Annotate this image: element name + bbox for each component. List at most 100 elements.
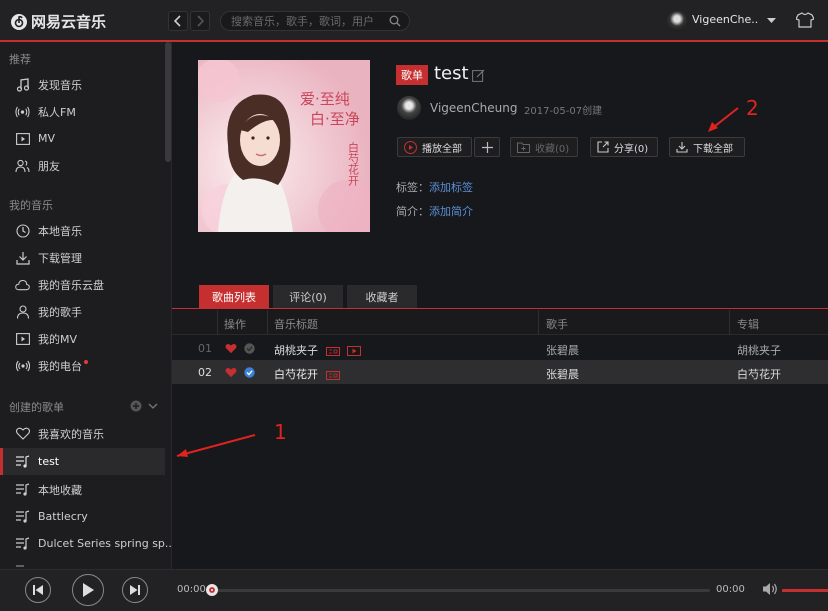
volume-bar[interactable] xyxy=(782,589,828,592)
sidebar-item-label: 朋友 xyxy=(38,159,60,173)
add-intro-link[interactable]: 添加简介 xyxy=(429,205,473,218)
search-box[interactable] xyxy=(220,11,410,31)
sidebar-item-liked[interactable]: 我喜欢的音乐 xyxy=(0,420,165,447)
cloud-icon xyxy=(15,279,30,290)
add-playlist-icon[interactable] xyxy=(130,400,142,412)
intro-label: 简介： xyxy=(396,205,429,218)
sidebar-item-playlist-test[interactable]: test xyxy=(0,448,165,475)
current-time: 00:00 xyxy=(177,584,206,595)
tab-comments[interactable]: 评论(0) xyxy=(273,285,343,308)
table-row[interactable]: 01 胡桃夹子 张碧晨 胡桃夹子 xyxy=(172,336,828,360)
annotation-arrowhead-1 xyxy=(177,449,188,457)
podcast-icon xyxy=(15,360,30,371)
app-logo-text: 网易云音乐 xyxy=(31,13,107,31)
sidebar-item-podcast[interactable]: 我的电台 xyxy=(0,352,165,379)
sidebar-item-partial[interactable] xyxy=(0,557,165,569)
album-cell[interactable]: 胡桃夹子 xyxy=(737,342,781,358)
sidebar-item-local-music[interactable]: 本地音乐 xyxy=(0,217,165,244)
singer-icon xyxy=(16,304,29,319)
user-avatar[interactable] xyxy=(667,11,687,31)
sidebar-item-fm[interactable]: 私人FM xyxy=(0,98,165,125)
edit-icon[interactable] xyxy=(472,69,485,82)
add-tags-link[interactable]: 添加标签 xyxy=(429,181,473,194)
volume-icon[interactable] xyxy=(762,582,778,596)
skin-shirt-icon[interactable] xyxy=(796,12,814,28)
playlist-icon xyxy=(16,483,30,496)
column-header-album[interactable]: 专辑 xyxy=(737,316,759,332)
song-title[interactable]: 白芍花开 xyxy=(274,368,318,381)
user-name[interactable]: VigeenChe... xyxy=(692,13,758,26)
song-title-cell: 白芍花开 xyxy=(274,366,340,382)
column-divider xyxy=(729,310,730,335)
sidebar-item-singers[interactable]: 我的歌手 xyxy=(0,298,165,325)
add-to-queue-button[interactable] xyxy=(474,137,500,157)
heart-filled-icon[interactable] xyxy=(225,367,237,378)
playlist-cover[interactable]: 爱·至纯 白·至净 白芍花开 xyxy=(198,60,370,232)
artist-cell[interactable]: 张碧晨 xyxy=(546,366,579,382)
play-all-button[interactable]: 播放全部 xyxy=(397,137,472,157)
sidebar-item-battlecry[interactable]: Battlecry xyxy=(0,503,165,530)
sidebar-section-title: 我的音乐 xyxy=(9,199,53,212)
previous-icon xyxy=(33,585,43,595)
progress-knob[interactable] xyxy=(206,584,218,596)
share-icon xyxy=(597,141,609,153)
artist-cell[interactable]: 张碧晨 xyxy=(546,342,579,358)
heart-filled-icon[interactable] xyxy=(225,343,237,354)
song-title[interactable]: 胡桃夹子 xyxy=(274,344,318,357)
chevron-right-icon xyxy=(197,15,205,27)
tags-label: 标签： xyxy=(396,181,429,194)
chevron-down-icon[interactable] xyxy=(148,403,158,410)
back-button[interactable] xyxy=(168,11,188,31)
sidebar-item-label: 下载管理 xyxy=(38,251,82,265)
download-all-button[interactable]: 下载全部 xyxy=(669,137,745,157)
downloaded-check-icon[interactable] xyxy=(244,367,255,378)
sidebar-item-friends[interactable]: 朋友 xyxy=(0,152,165,179)
share-button[interactable]: 分享(0) xyxy=(590,137,658,157)
download-check-icon[interactable] xyxy=(244,343,255,354)
tab-song-list[interactable]: 歌曲列表 xyxy=(199,285,269,308)
heart-icon xyxy=(15,427,30,440)
music-note-icon xyxy=(16,77,29,92)
annotation-arrow-1 xyxy=(176,434,256,457)
tags-row: 标签：添加标签 xyxy=(396,179,473,195)
creator-avatar[interactable] xyxy=(397,96,421,120)
next-button[interactable] xyxy=(122,577,148,603)
sidebar-item-cloud[interactable]: 我的音乐云盘 xyxy=(0,271,165,298)
tab-subscribers[interactable]: 收藏者 xyxy=(347,285,417,308)
annotation-arrow-2 xyxy=(709,107,739,131)
share-label: 分享(0) xyxy=(614,143,649,155)
play-button[interactable] xyxy=(72,574,104,606)
creator-name[interactable]: VigeenCheung xyxy=(430,101,517,115)
annotation-label-1: 1 xyxy=(274,420,287,444)
forward-button[interactable] xyxy=(190,11,210,31)
sidebar-scrollbar[interactable] xyxy=(165,42,171,162)
search-icon[interactable] xyxy=(389,15,401,27)
app-logo[interactable]: 网易云音乐 xyxy=(10,11,106,32)
local-music-icon xyxy=(15,223,30,238)
previous-button[interactable] xyxy=(25,577,51,603)
collect-button[interactable]: 收藏(0) xyxy=(510,137,578,157)
sidebar-item-my-mv[interactable]: 我的MV xyxy=(0,325,165,352)
search-input[interactable] xyxy=(231,14,381,28)
sidebar-item-dulcet[interactable]: Dulcet Series spring sp... xyxy=(0,530,171,557)
total-time: 00:00 xyxy=(716,584,745,595)
column-header-title[interactable]: 音乐标题 xyxy=(274,316,318,332)
friends-icon xyxy=(15,159,30,172)
progress-bar[interactable] xyxy=(210,589,710,592)
album-cell[interactable]: 白芍花开 xyxy=(737,366,781,382)
table-row-selected[interactable]: 02 白芍花开 张碧晨 白芍花开 xyxy=(172,360,828,384)
chevron-left-icon xyxy=(173,15,181,27)
mv-play-icon[interactable] xyxy=(347,346,361,356)
sidebar-item-label: test xyxy=(38,455,60,468)
sidebar-item-local-collection[interactable]: 本地收藏 xyxy=(0,476,165,503)
annotation-label-2: 2 xyxy=(746,96,759,120)
row-number: 02 xyxy=(198,366,212,379)
sidebar-item-downloads[interactable]: 下载管理 xyxy=(0,244,165,271)
sidebar-item-mv[interactable]: MV xyxy=(0,125,165,152)
playlist-title: test xyxy=(434,63,469,84)
sidebar-item-discover[interactable]: 发现音乐 xyxy=(0,71,165,98)
tabs-underline xyxy=(172,308,828,309)
sq-quality-icon xyxy=(325,370,340,380)
caret-down-icon[interactable] xyxy=(767,18,776,24)
column-header-artist[interactable]: 歌手 xyxy=(546,316,568,332)
